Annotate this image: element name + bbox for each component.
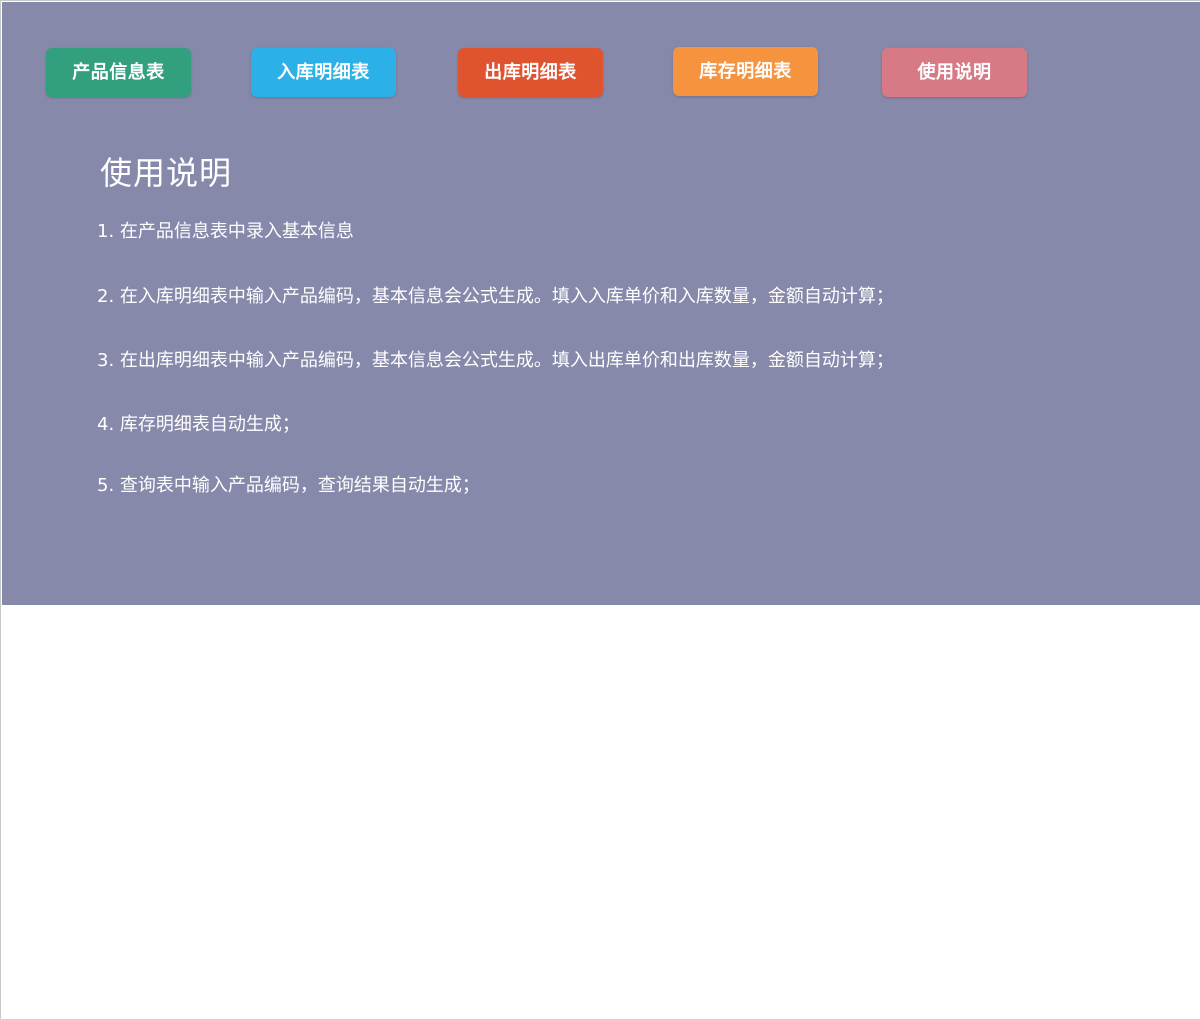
instruction-step-4: 4. 库存明细表自动生成； — [97, 414, 300, 435]
tab-product-info[interactable]: 产品信息表 — [46, 48, 191, 97]
page: 产品信息表 入库明细表 出库明细表 库存明细表 使用说明 使用说明 1. 在产品… — [0, 0, 1200, 1019]
page-title: 使用说明 — [100, 154, 233, 192]
instruction-step-5: 5. 查询表中输入产品编码，查询结果自动生成； — [97, 475, 480, 496]
tab-inventory-details[interactable]: 库存明细表 — [673, 47, 818, 96]
tab-instructions[interactable]: 使用说明 — [882, 48, 1027, 97]
instructions-panel: 产品信息表 入库明细表 出库明细表 库存明细表 使用说明 使用说明 1. 在产品… — [2, 2, 1200, 605]
tab-outbound-details[interactable]: 出库明细表 — [458, 48, 603, 97]
instruction-step-3: 3. 在出库明细表中输入产品编码，基本信息会公式生成。填入出库单价和出库数量，金… — [97, 350, 894, 371]
tab-inbound-details[interactable]: 入库明细表 — [251, 48, 396, 97]
instruction-step-2: 2. 在入库明细表中输入产品编码，基本信息会公式生成。填入入库单价和入库数量，金… — [97, 286, 894, 307]
instruction-step-1: 1. 在产品信息表中录入基本信息 — [97, 221, 354, 242]
